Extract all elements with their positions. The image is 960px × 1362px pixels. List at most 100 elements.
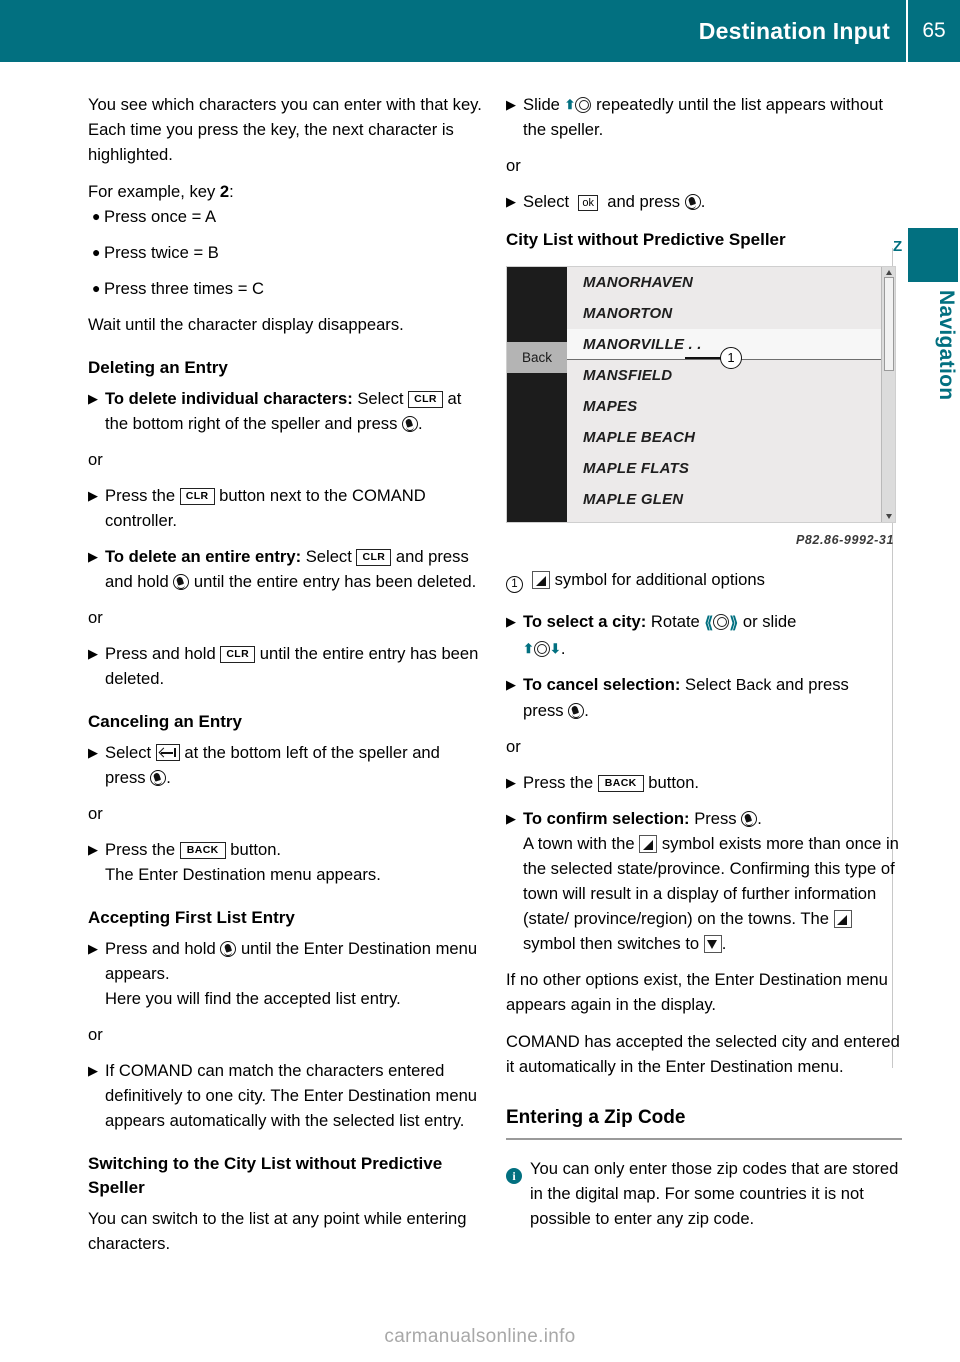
city-list-item[interactable]: MAPLE BEACH	[567, 422, 881, 453]
or-separator: or	[506, 156, 521, 175]
step-hold-clr: ▶ Press and hold CLR until the entire en…	[88, 641, 484, 691]
or-separator: or	[88, 1025, 103, 1044]
step-text: To cancel selection: Select Back and pre…	[523, 675, 849, 720]
ok-key-icon: ok	[578, 195, 598, 211]
city-list-item[interactable]: MANORHAVEN	[567, 267, 881, 298]
slide-down-arrow-icon: ⬇	[549, 641, 561, 656]
step-text-part: Select	[523, 192, 570, 211]
chapter-tab-marker	[908, 228, 958, 282]
scroll-down-arrow-icon[interactable]	[886, 514, 892, 519]
legend-description: symbol for additional options	[554, 570, 765, 589]
step-text-part: button.	[648, 773, 700, 792]
back-key-icon: BACK	[597, 775, 644, 792]
step-bold-lead: To delete individual characters:	[105, 389, 353, 408]
heading-deleting-an-entry: Deleting an Entry	[88, 358, 228, 377]
example-lead: For example, key 2:	[88, 179, 484, 204]
step-text-part: Press and hold	[105, 644, 216, 663]
back-menu-item-label: Back	[735, 677, 772, 694]
step-marker-icon: ▶	[506, 97, 516, 112]
city-list[interactable]: MANORHAVEN MANORTON MANORVILLE . . MANSF…	[567, 267, 881, 522]
bullet-dot-icon: ●	[92, 208, 101, 224]
or-separator: or	[88, 608, 103, 627]
intro-paragraph: You see which characters you can enter w…	[88, 95, 482, 164]
example-lead-suffix: :	[229, 182, 234, 201]
comand-press-icon	[684, 194, 701, 210]
display-back-button[interactable]: Back	[507, 342, 567, 373]
step-text-part: Press	[689, 809, 737, 828]
back-key-icon: BACK	[179, 842, 226, 859]
step-text: To delete an entire entry: Select CLR an…	[105, 544, 484, 594]
comand-screenshot-figure: Back MANORHAVEN MANORTON MANORVILLE . . …	[506, 266, 896, 553]
comand-press-icon	[220, 941, 237, 957]
info-icon-wrap: i	[506, 1156, 530, 1231]
step-text: To select a city: Rotate ⟪ ⟫ or slide ⬆ ⬇.	[523, 612, 797, 658]
display-scrollbar[interactable]	[881, 267, 895, 522]
legend-number: 1	[506, 576, 523, 593]
step-text-part: until the entire entry has been deleted.	[193, 572, 477, 591]
display-sidebar	[507, 267, 567, 522]
or-separator: or	[88, 804, 103, 823]
step-text: Select at the bottom left of the speller…	[105, 743, 440, 787]
step-text-part: button next to the	[219, 486, 348, 505]
step-text: To confirm selection: Press . A town wit…	[523, 809, 899, 953]
step-text: Press the BACK button.	[523, 770, 902, 795]
city-list-item[interactable]: MAPES	[567, 391, 881, 422]
bullet-dot-icon: ●	[92, 244, 101, 260]
step-confirm-selection: ▶ To confirm selection: Press . A town w…	[506, 806, 902, 956]
comand-press-icon	[173, 574, 190, 590]
step-text-part: Select	[352, 389, 404, 408]
comand-press-icon	[402, 416, 419, 432]
step-marker-icon: ▶	[506, 614, 516, 629]
backspace-key-icon	[155, 744, 180, 761]
example-key: 2	[219, 182, 230, 201]
step-select-ok: ▶ Select ok and press .	[506, 189, 902, 214]
bullet-dot-icon: ●	[92, 280, 101, 296]
bullet-text: Press twice = B	[104, 243, 219, 262]
step-text-part: and press	[607, 192, 681, 211]
heading-entering-a-zip-code: Entering a Zip Code	[506, 1105, 902, 1140]
additional-options-triangle-icon	[833, 910, 852, 928]
step-delete-entire-entry: ▶ To delete an entire entry: Select CLR …	[88, 544, 484, 594]
step-marker-icon: ▶	[88, 646, 98, 661]
step-result-text: The Enter Destination menu appears.	[105, 865, 381, 884]
list-item: ● Press three times = C	[88, 276, 484, 301]
step-marker-icon: ▶	[506, 677, 516, 692]
step-text-part: Rotate	[646, 612, 700, 631]
rotate-left-bracket-icon: ⟪	[704, 615, 714, 632]
heading-accepting-first-list-entry: Accepting First List Entry	[88, 908, 295, 927]
clr-key-icon: CLR	[408, 391, 443, 408]
heading-switching-city-list: Switching to the City List without Predi…	[88, 1154, 443, 1197]
info-note: i You can only enter those zip codes tha…	[506, 1156, 902, 1231]
step-marker-icon: ▶	[506, 775, 516, 790]
step-press-back-button: ▶ Press the BACK button. The Enter Desti…	[88, 837, 484, 887]
city-list-item[interactable]: MAPLE FLATS	[567, 453, 881, 484]
scrollbar-thumb[interactable]	[884, 277, 894, 371]
city-list-item[interactable]: MAPLE GLEN	[567, 484, 881, 515]
list-item: ● Press twice = B	[88, 240, 484, 265]
step-marker-icon: ▶	[88, 941, 98, 956]
additional-options-triangle-icon	[532, 571, 550, 589]
comand-display: Back MANORHAVEN MANORTON MANORVILLE . . …	[506, 266, 896, 523]
clr-key-icon: CLR	[179, 488, 215, 505]
step-marker-icon: ▶	[88, 745, 98, 760]
step-text: Press and hold until the Enter Destinati…	[105, 936, 484, 1011]
legend-text: symbol for additional options	[532, 567, 902, 592]
step-bold-lead: To delete an entire entry:	[105, 547, 302, 566]
scroll-up-arrow-icon[interactable]	[886, 270, 892, 275]
step-text-part: Press the	[105, 486, 176, 505]
city-list-item[interactable]: MANORTON	[567, 298, 881, 329]
step-text-part: Select	[301, 547, 352, 566]
step-accept-press-hold: ▶ Press and hold until the Enter Destina…	[88, 936, 484, 1011]
page-title: Destination Input	[698, 17, 890, 44]
comand-controller-icon	[575, 97, 592, 113]
step-slide-until-list: ▶ Slide ⬆ repeatedly until the list appe…	[506, 92, 902, 142]
step-marker-icon: ▶	[88, 1063, 98, 1078]
list-item: ● Press once = A	[88, 204, 484, 229]
press-word: press	[523, 701, 564, 720]
step-result-text: Here you will find the accepted list ent…	[105, 989, 401, 1008]
right-column: ▶ Slide ⬆ repeatedly until the list appe…	[506, 92, 902, 1231]
step-cancel-select: ▶ Select at the bottom left of the spell…	[88, 740, 484, 790]
heading-city-list-without-speller: City List without Predictive Speller	[506, 230, 786, 249]
step-delete-individual: ▶ To delete individual characters: Selec…	[88, 386, 484, 436]
step-press-back-button: ▶ Press the BACK button.	[506, 770, 902, 795]
